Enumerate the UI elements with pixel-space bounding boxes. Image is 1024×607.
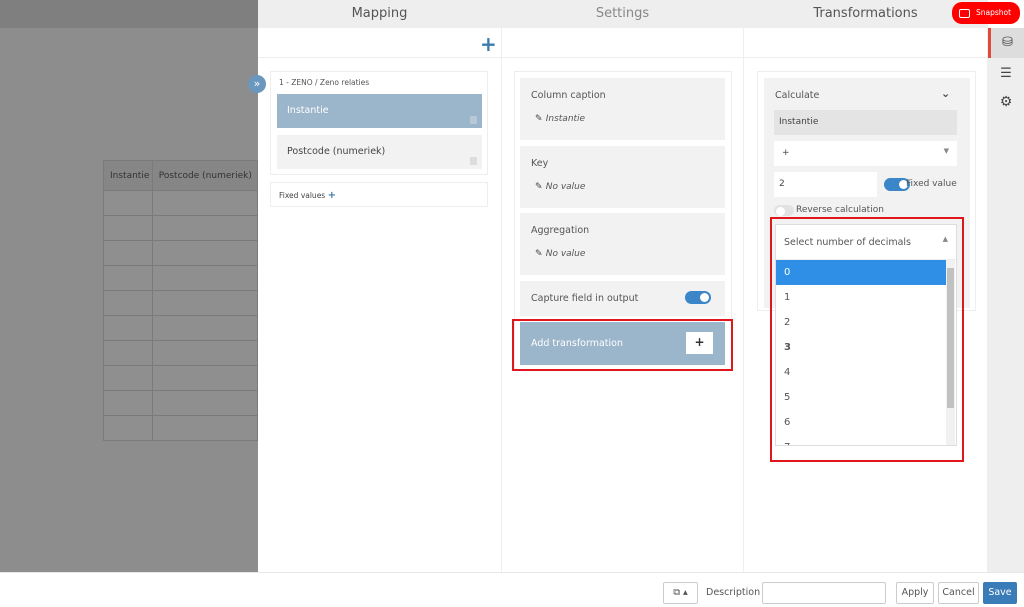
key-value: No value: [545, 182, 586, 192]
field-label: Postcode (numeriek): [287, 146, 386, 157]
add-transformation-button[interactable]: Add transformation +: [520, 322, 725, 365]
field-input: Instantie: [774, 110, 957, 135]
aggregation-value: No value: [545, 249, 586, 259]
list-icon[interactable]: ☰: [988, 58, 1024, 90]
calculator-icon: [470, 116, 477, 124]
decimals-placeholder: Select number of decimals: [784, 237, 912, 248]
capture-toggle[interactable]: [685, 291, 711, 304]
pencil-icon: ✎: [535, 114, 543, 124]
field-item-instantie[interactable]: Instantie: [277, 94, 482, 128]
snapshot-button[interactable]: Snapshot: [952, 2, 1020, 24]
pencil-icon: ✎: [535, 249, 543, 259]
snapshot-label: Snapshot: [976, 8, 1012, 17]
add-transformation-label: Add transformation: [531, 338, 624, 349]
column-caption-value: Instantie: [545, 114, 586, 124]
camera-icon: [959, 8, 970, 18]
scrollbar[interactable]: [946, 260, 955, 445]
decimals-select[interactable]: Select number of decimals ▲: [776, 225, 956, 260]
option-4[interactable]: 4: [776, 360, 956, 385]
description-label: Description: [706, 587, 761, 598]
chevron-down-icon[interactable]: ⌄: [941, 87, 950, 100]
add-mapping-button[interactable]: +: [480, 32, 497, 56]
cancel-button[interactable]: Cancel: [938, 582, 979, 604]
transformations-header: Transformations: [744, 0, 987, 28]
reverse-label: Reverse calculation: [796, 205, 884, 215]
expand-button[interactable]: »: [248, 75, 266, 93]
fixed-value-label: Fixed value: [906, 179, 957, 189]
caret-down-icon: ▼: [943, 147, 949, 155]
fixed-values-label: Fixed values: [279, 191, 326, 200]
field-label: Instantie: [287, 105, 329, 116]
aggregation-card[interactable]: Aggregation ✎ No value: [520, 213, 725, 275]
decimals-options-list: 0 1 2 3 4 5 6 7: [776, 260, 956, 445]
pencil-icon: ✎: [535, 182, 543, 192]
source-title: 1 - ZENO / Zeno relaties: [279, 78, 370, 87]
save-button[interactable]: Save: [983, 582, 1017, 604]
aggregation-label: Aggregation: [531, 225, 590, 236]
field-item-postcode[interactable]: Postcode (numeriek): [277, 135, 482, 169]
key-card[interactable]: Key ✎ No value: [520, 146, 725, 208]
option-7[interactable]: 7: [776, 435, 956, 445]
capture-card: Capture field in output: [520, 281, 725, 316]
operator-value: +: [782, 148, 790, 158]
key-label: Key: [531, 158, 549, 169]
option-1[interactable]: 1: [776, 285, 956, 310]
source-panel: 1 - ZENO / Zeno relaties Instantie Postc…: [270, 71, 488, 175]
calculate-label: Calculate: [775, 90, 820, 101]
background-table: Instantie Postcode (numeriek): [103, 160, 259, 441]
decimals-dropdown[interactable]: Select number of decimals ▲ 0 1 2 3 4 5 6…: [775, 224, 957, 446]
mapping-header: Mapping: [258, 0, 501, 28]
add-fixed-value-icon[interactable]: +: [328, 190, 336, 201]
apply-button[interactable]: Apply: [896, 582, 934, 604]
column-caption-card[interactable]: Column caption ✎ Instantie: [520, 78, 725, 140]
column-caption-label: Column caption: [531, 90, 606, 101]
table-header: Instantie: [103, 160, 153, 191]
option-6[interactable]: 6: [776, 410, 956, 435]
database-icon[interactable]: ⛁: [988, 28, 1024, 58]
copy-dropdown-button[interactable]: ⧉ ▴: [663, 582, 698, 604]
description-input[interactable]: [762, 582, 886, 604]
footer: ⧉ ▴ Description Apply Cancel Save: [0, 572, 1024, 607]
reverse-toggle[interactable]: [774, 205, 794, 216]
calculator-icon: [470, 157, 477, 165]
fixed-values-row[interactable]: Fixed values +: [270, 182, 488, 207]
gear-icon[interactable]: ⚙: [988, 90, 1024, 122]
caret-up-icon: ▲: [942, 235, 948, 243]
option-2[interactable]: 2: [776, 310, 956, 335]
settings-header: Settings: [502, 0, 743, 28]
capture-label: Capture field in output: [531, 293, 639, 304]
table-header: Postcode (numeriek): [151, 160, 259, 191]
add-icon[interactable]: +: [686, 332, 713, 354]
right-sidebar: ⛁ ☰ ⚙: [988, 28, 1024, 572]
operator-select[interactable]: + ▼: [774, 141, 957, 166]
option-0[interactable]: 0: [776, 260, 946, 285]
option-3[interactable]: 3: [776, 335, 956, 360]
value-input[interactable]: 2: [774, 172, 877, 197]
option-5[interactable]: 5: [776, 385, 956, 410]
